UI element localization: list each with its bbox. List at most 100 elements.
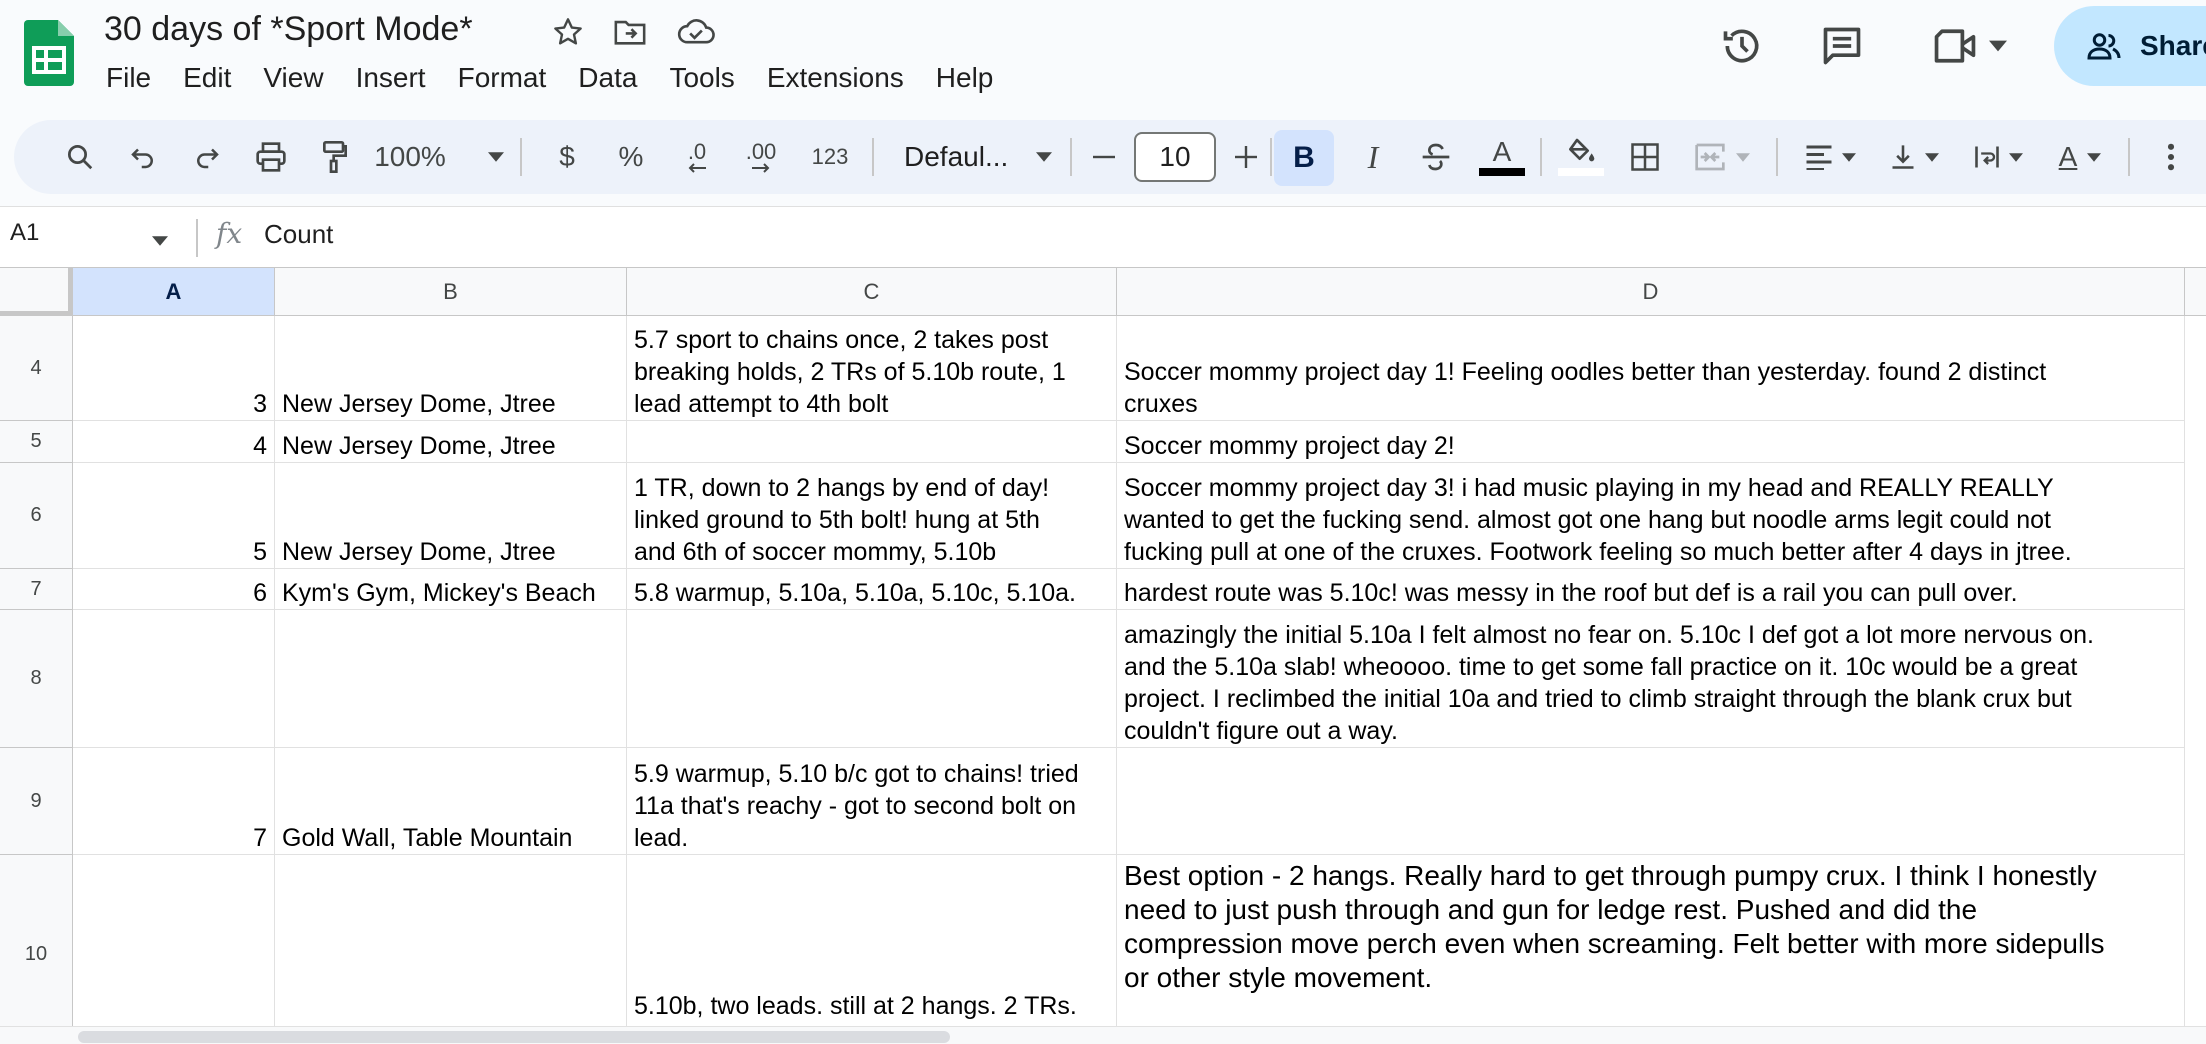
select-all-corner[interactable] xyxy=(0,268,73,316)
share-label: Share xyxy=(2140,30,2206,61)
star-icon[interactable] xyxy=(548,12,588,52)
cell-c[interactable]: 5.8 warmup, 5.10a, 5.10a, 5.10c, 5.10a. xyxy=(627,569,1117,610)
undo-icon[interactable] xyxy=(118,120,168,194)
cell-c[interactable] xyxy=(627,610,1117,748)
menu-data[interactable]: Data xyxy=(562,60,653,96)
cell-c[interactable]: 5.10b, two leads. still at 2 hangs. 2 TR… xyxy=(627,855,1117,1044)
version-history-icon[interactable] xyxy=(1716,20,1768,72)
cell-a[interactable]: 5 xyxy=(73,463,275,569)
horizontal-scrollbar-thumb[interactable] xyxy=(78,1031,950,1043)
cell-a[interactable]: 6 xyxy=(73,569,275,610)
name-box[interactable]: A1 xyxy=(10,219,39,247)
cell-b[interactable] xyxy=(275,610,627,748)
borders-icon[interactable] xyxy=(1618,120,1672,194)
menu-file[interactable]: File xyxy=(90,60,167,96)
cell-c[interactable]: 1 TR, down to 2 hangs by end of day! link… xyxy=(627,463,1117,569)
toolbar-divider xyxy=(2128,138,2130,176)
formula-input[interactable]: Count xyxy=(264,219,333,250)
document-title[interactable]: 30 days of *Sport Mode* xyxy=(104,10,473,49)
cell-c[interactable]: 5.9 warmup, 5.10 b/c got to chains! trie… xyxy=(627,748,1117,855)
zoom-dropdown-icon[interactable] xyxy=(476,120,516,194)
comments-icon[interactable] xyxy=(1814,20,1870,72)
sheets-logo-icon[interactable] xyxy=(24,20,74,86)
move-to-folder-icon[interactable] xyxy=(610,12,650,52)
cell-c[interactable] xyxy=(627,421,1117,463)
cell-d[interactable] xyxy=(1117,748,2185,855)
cell-text-line: 1 TR, down to 2 hangs by end of day! xyxy=(634,474,1050,502)
cell-d[interactable]: Soccer mommy project day 1! Feeling oodl… xyxy=(1117,316,2185,421)
print-icon[interactable] xyxy=(246,120,296,194)
cell-a[interactable]: 7 xyxy=(73,748,275,855)
text-color-button[interactable]: A xyxy=(1474,120,1530,194)
cell-d[interactable]: Soccer mommy project day 2! xyxy=(1117,421,2185,463)
font-family-dropdown-icon[interactable] xyxy=(1024,120,1064,194)
menu-format[interactable]: Format xyxy=(442,60,563,96)
zoom-value[interactable]: 100% xyxy=(370,120,450,194)
percent-format-button[interactable]: % xyxy=(608,120,654,194)
horizontal-scrollbar[interactable] xyxy=(0,1026,2206,1044)
cell-b[interactable]: New Jersey Dome, Jtree xyxy=(275,463,627,569)
row-header[interactable]: 10 xyxy=(0,855,73,1044)
cell-a[interactable] xyxy=(73,610,275,748)
cell-b[interactable]: New Jersey Dome, Jtree xyxy=(275,316,627,421)
increase-font-size-icon[interactable] xyxy=(1224,120,1268,194)
column-header-c[interactable]: C xyxy=(627,268,1117,316)
increase-decimal-button[interactable]: .00 xyxy=(736,120,786,194)
text-color-glyph: A xyxy=(1492,136,1512,167)
cell-d[interactable]: Best option - 2 hangs. Really hard to ge… xyxy=(1117,855,2185,1044)
column-header-d[interactable]: D xyxy=(1117,268,2185,316)
paint-format-icon[interactable] xyxy=(310,120,360,194)
cell-a[interactable]: 8 xyxy=(73,855,275,1044)
row-header[interactable]: 5 xyxy=(0,421,73,463)
column-header-b[interactable]: B xyxy=(275,268,627,316)
text-wrapping-icon[interactable] xyxy=(1958,120,2038,194)
cell-b[interactable]: Gold Wall, Table Mountain xyxy=(275,748,627,855)
menu-view[interactable]: View xyxy=(247,60,339,96)
row-header[interactable]: 7 xyxy=(0,569,73,610)
row-header[interactable]: 9 xyxy=(0,748,73,855)
share-button[interactable]: Share xyxy=(2054,6,2206,86)
menu-help[interactable]: Help xyxy=(920,60,1010,96)
redo-icon[interactable] xyxy=(182,120,232,194)
currency-format-button[interactable]: $ xyxy=(544,120,590,194)
menu-edit[interactable]: Edit xyxy=(167,60,247,96)
menu-tools[interactable]: Tools xyxy=(653,60,750,96)
merge-cells-icon[interactable] xyxy=(1682,120,1762,194)
column-header-e[interactable] xyxy=(2185,268,2206,316)
decrease-decimal-button[interactable]: .0 xyxy=(672,120,722,194)
strikethrough-icon[interactable] xyxy=(1410,120,1462,194)
cell-c[interactable]: 5.7 sport to chains once, 2 takes post br… xyxy=(627,316,1117,421)
cloud-saved-icon[interactable] xyxy=(676,12,716,52)
cell-d[interactable]: Soccer mommy project day 3! i had music … xyxy=(1117,463,2185,569)
more-formats-button[interactable]: 123 xyxy=(800,120,860,194)
cell-d[interactable]: hardest route was 5.10c! was messy in th… xyxy=(1117,569,2185,610)
row-header[interactable]: 8 xyxy=(0,610,73,748)
cell-b[interactable]: Joshua Tree xyxy=(275,855,627,1044)
row-header[interactable]: 4 xyxy=(0,316,73,421)
menu-extensions[interactable]: Extensions xyxy=(751,60,920,96)
text-rotation-button[interactable]: A xyxy=(2040,120,2120,194)
font-size-input[interactable]: 10 xyxy=(1134,132,1216,182)
cell-d[interactable]: amazingly the initial 5.10a I felt almos… xyxy=(1117,610,2185,748)
vertical-align-icon[interactable] xyxy=(1874,120,1954,194)
meet-video-icon[interactable] xyxy=(1924,20,2014,72)
cell-b[interactable]: New Jersey Dome, Jtree xyxy=(275,421,627,463)
cell-a[interactable]: 4 xyxy=(73,421,275,463)
fill-color-button[interactable] xyxy=(1554,120,1608,194)
horizontal-align-icon[interactable] xyxy=(1790,120,1870,194)
menu-insert[interactable]: Insert xyxy=(340,60,442,96)
cell-a[interactable]: 3 xyxy=(73,316,275,421)
cell-text-line: lead attempt to 4th bolt xyxy=(634,390,889,418)
more-options-icon[interactable] xyxy=(2146,120,2196,194)
italic-button[interactable]: I xyxy=(1350,120,1396,194)
row-header[interactable]: 6 xyxy=(0,463,73,569)
bold-button[interactable]: B xyxy=(1274,130,1334,186)
search-menus-icon[interactable] xyxy=(50,120,110,194)
cell-text-line: Soccer mommy project day 1! Feeling oodl… xyxy=(1124,358,2047,386)
decrease-font-size-icon[interactable] xyxy=(1082,120,1126,194)
column-header-a[interactable]: A xyxy=(73,268,275,316)
font-family-select[interactable]: Defaul... xyxy=(888,120,1028,194)
name-box-dropdown-icon[interactable] xyxy=(152,233,168,251)
cell-b[interactable]: Kym's Gym, Mickey's Beach xyxy=(275,569,627,610)
people-icon xyxy=(2087,33,2121,60)
